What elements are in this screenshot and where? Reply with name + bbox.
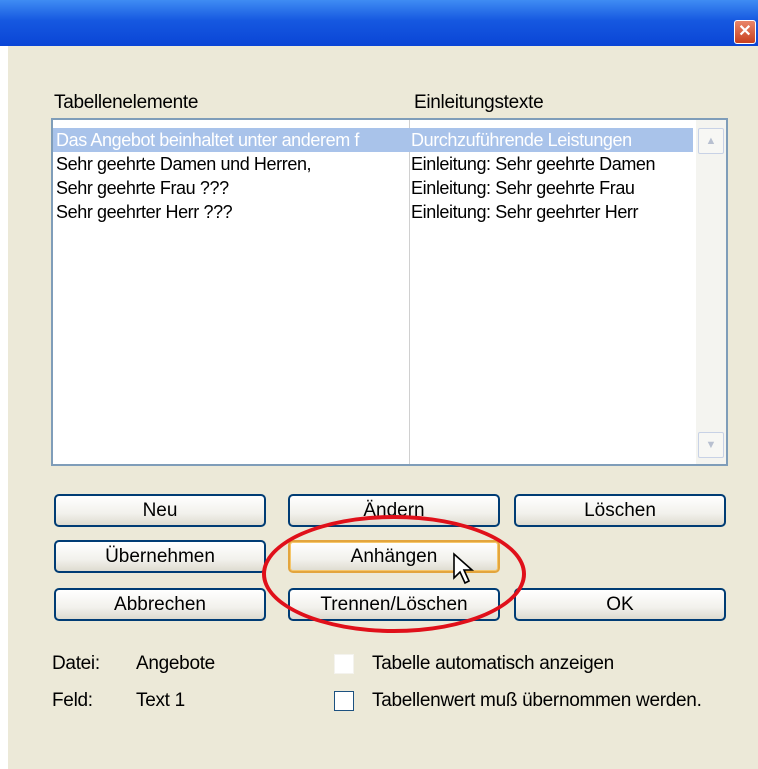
edit-button[interactable]: Ändern <box>288 494 500 527</box>
delete-button[interactable]: Löschen <box>514 494 726 527</box>
field-value: Text 1 <box>136 690 185 711</box>
list-item-intro: Durchzuführende Leistungen <box>411 130 632 150</box>
list-item-element: Sehr geehrter Herr ??? <box>56 202 233 222</box>
list-item-intro: Einleitung: Sehr geehrte Damen <box>411 154 656 174</box>
ok-button[interactable]: OK <box>514 588 726 621</box>
list-item[interactable]: Sehr geehrter Herr ??? Einleitung: Sehr … <box>53 200 693 224</box>
auto-show-checkbox[interactable] <box>334 654 354 674</box>
list-item[interactable]: Das Angebot beinhaltet unter anderem f D… <box>53 128 693 152</box>
column-header-tabellenelemente: Tabellenelemente <box>54 92 199 113</box>
column-header-einleitungstexte: Einleitungstexte <box>414 92 544 113</box>
split-delete-button[interactable]: Trennen/Löschen <box>288 588 500 621</box>
file-label: Datei: <box>52 653 100 674</box>
list-item[interactable]: Sehr geehrte Frau ??? Einleitung: Sehr g… <box>53 176 693 200</box>
list-item-element: Das Angebot beinhaltet unter anderem f <box>56 130 360 150</box>
list-item[interactable]: Sehr geehrte Damen und Herren, Einleitun… <box>53 152 693 176</box>
must-accept-checkbox[interactable] <box>334 691 354 711</box>
accept-button[interactable]: Übernehmen <box>54 540 266 573</box>
list-item-intro: Einleitung: Sehr geehrte Frau <box>411 178 635 198</box>
list-item-intro: Einleitung: Sehr geehrter Herr <box>411 202 639 222</box>
auto-show-label: Tabelle automatisch anzeigen <box>372 653 614 674</box>
must-accept-label: Tabellenwert muß übernommen werden. <box>372 690 702 711</box>
scroll-up-icon[interactable]: ▲ <box>698 128 724 154</box>
dialog-window: ✕ Tabellenelemente Einleitungstexte Das … <box>0 0 758 769</box>
mouse-pointer-icon <box>453 552 475 585</box>
field-label: Feld: <box>52 690 93 711</box>
list-item-element: Sehr geehrte Damen und Herren, <box>56 154 312 174</box>
cancel-button[interactable]: Abbrechen <box>54 588 266 621</box>
vertical-scrollbar[interactable]: ▲ ▼ <box>696 120 726 464</box>
new-button[interactable]: Neu <box>54 494 266 527</box>
close-icon[interactable]: ✕ <box>734 20 756 44</box>
file-value: Angebote <box>136 653 215 674</box>
table-elements-list[interactable]: Das Angebot beinhaltet unter anderem f D… <box>51 118 728 466</box>
scroll-down-icon[interactable]: ▼ <box>698 432 724 458</box>
title-bar[interactable]: ✕ <box>0 0 758 46</box>
window-edge <box>0 46 8 769</box>
list-item-element: Sehr geehrte Frau ??? <box>56 178 229 198</box>
